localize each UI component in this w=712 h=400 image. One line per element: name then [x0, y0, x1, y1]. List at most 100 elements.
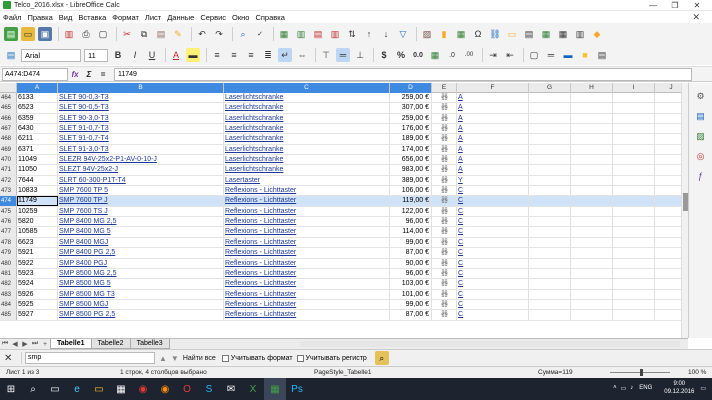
- cell-article-number[interactable]: 7644: [17, 175, 58, 186]
- cell-empty[interactable]: [529, 144, 571, 155]
- cell-price[interactable]: 101,00 €: [390, 289, 432, 299]
- cell-category[interactable]: C: [457, 227, 529, 237]
- cell-category[interactable]: C: [457, 237, 529, 248]
- cell-empty[interactable]: [571, 134, 613, 144]
- cell-empty[interactable]: [613, 237, 655, 248]
- functions-icon[interactable]: ƒ: [694, 169, 708, 183]
- cell-currency-icon[interactable]: 器: [432, 155, 457, 165]
- function-wizard-button[interactable]: fx: [68, 70, 82, 79]
- bold-icon[interactable]: B: [111, 48, 125, 62]
- file-explorer-icon[interactable]: ▭: [88, 378, 110, 400]
- cell-article-number[interactable]: 11049: [17, 155, 58, 165]
- cell-product-name[interactable]: SLET 90-0,5-T3: [58, 103, 224, 113]
- cell-empty[interactable]: [529, 175, 571, 186]
- cell-empty[interactable]: [529, 93, 571, 103]
- sort-ascending-icon[interactable]: ↑: [362, 27, 376, 41]
- row-header[interactable]: 478: [0, 237, 17, 248]
- column-header-e[interactable]: E: [432, 83, 457, 93]
- cell-price[interactable]: 96,00 €: [390, 217, 432, 227]
- cell-price[interactable]: 189,00 €: [390, 134, 432, 144]
- start-icon[interactable]: ⊞: [0, 378, 22, 400]
- align-bottom-icon[interactable]: ⊥: [353, 48, 367, 62]
- column-header-b[interactable]: B: [58, 83, 224, 93]
- match-case-checkbox[interactable]: [296, 354, 304, 362]
- row-header[interactable]: 474: [0, 196, 17, 206]
- chrome-icon[interactable]: ◉: [132, 378, 154, 400]
- cell-category[interactable]: A: [457, 155, 529, 165]
- cell-price[interactable]: 99,00 €: [390, 237, 432, 248]
- cell-empty[interactable]: [613, 165, 655, 175]
- cell-empty[interactable]: [571, 299, 613, 310]
- cell-article-number[interactable]: 5921: [17, 248, 58, 258]
- format-date-icon[interactable]: ▦: [428, 48, 442, 62]
- cell-category[interactable]: A: [457, 103, 529, 113]
- cell-price[interactable]: 307,00 €: [390, 103, 432, 113]
- insert-row-icon[interactable]: ▤: [311, 27, 325, 41]
- select-all-corner[interactable]: [0, 83, 17, 93]
- cell-product-name[interactable]: SMP 8400 PG 2,5: [58, 248, 224, 258]
- cell-description[interactable]: Reflexions - Lichttaster: [224, 299, 390, 310]
- cell-article-number[interactable]: 5922: [17, 258, 58, 268]
- row-header[interactable]: 470: [0, 155, 17, 165]
- border-color-icon[interactable]: ▬: [561, 48, 575, 62]
- cell-price[interactable]: 983,00 €: [390, 165, 432, 175]
- cell-currency-icon[interactable]: 器: [432, 165, 457, 175]
- find-replace-dialog-icon[interactable]: ⌕: [374, 351, 389, 365]
- cell-article-number[interactable]: 6371: [17, 144, 58, 155]
- zoom-slider-knob[interactable]: [640, 369, 643, 376]
- cell-empty[interactable]: [571, 175, 613, 186]
- cell-description[interactable]: Reflexions - Lichttaster: [224, 237, 390, 248]
- cell-currency-icon[interactable]: 器: [432, 103, 457, 113]
- row-header[interactable]: 464: [0, 93, 17, 103]
- cell-article-number[interactable]: 5925: [17, 299, 58, 310]
- cell-empty[interactable]: [571, 144, 613, 155]
- format-currency-button[interactable]: $: [377, 48, 391, 62]
- cell-empty[interactable]: [529, 310, 571, 320]
- background-color-icon[interactable]: ■: [578, 48, 592, 62]
- cell-empty[interactable]: [613, 134, 655, 144]
- libreoffice-calc-taskbar-icon[interactable]: ▦: [264, 378, 286, 400]
- menu-tools[interactable]: Сервис: [200, 13, 226, 22]
- cell-empty[interactable]: [529, 299, 571, 310]
- row-header[interactable]: 481: [0, 268, 17, 279]
- find-all-button[interactable]: Найти все: [183, 355, 216, 362]
- next-sheet-icon[interactable]: ▶: [20, 340, 30, 348]
- cell-empty[interactable]: [529, 113, 571, 124]
- cell-description[interactable]: Reflexions - Lichttaster: [224, 268, 390, 279]
- row-header[interactable]: 477: [0, 227, 17, 237]
- cell-article-number[interactable]: 5927: [17, 310, 58, 320]
- match-format-option[interactable]: Учитывать формат: [221, 354, 293, 362]
- cell-currency-icon[interactable]: 器: [432, 237, 457, 248]
- menu-format[interactable]: Формат: [112, 13, 139, 22]
- cell-empty[interactable]: [613, 289, 655, 299]
- cell-product-name[interactable]: SMP 8400 PGJ: [58, 258, 224, 268]
- last-sheet-icon[interactable]: ⏭: [30, 340, 40, 348]
- cell-description[interactable]: Laserlichtschranke: [224, 93, 390, 103]
- cell-article-number[interactable]: 5924: [17, 279, 58, 289]
- cell-empty[interactable]: [571, 93, 613, 103]
- name-box[interactable]: A474:D474: [2, 67, 68, 81]
- minimize-button[interactable]: —: [642, 0, 664, 11]
- cell-description[interactable]: Reflexions - Lichttaster: [224, 248, 390, 258]
- undo-icon[interactable]: ↶: [195, 27, 209, 41]
- gallery-icon[interactable]: ▨: [694, 129, 708, 143]
- conditional-format-icon[interactable]: ▤: [595, 48, 609, 62]
- cell-category[interactable]: A: [457, 134, 529, 144]
- cell-empty[interactable]: [571, 227, 613, 237]
- cell-empty[interactable]: [529, 155, 571, 165]
- cell-product-name[interactable]: SMP 8400 MG 5: [58, 227, 224, 237]
- cell-empty[interactable]: [529, 186, 571, 196]
- cell-empty[interactable]: [529, 279, 571, 289]
- split-window-icon[interactable]: ▥: [573, 27, 587, 41]
- row-icon[interactable]: ▦: [277, 27, 291, 41]
- cell-description[interactable]: Reflexions - Lichttaster: [224, 310, 390, 320]
- cell-empty[interactable]: [529, 217, 571, 227]
- cell-empty[interactable]: [571, 310, 613, 320]
- formula-input[interactable]: 11749: [114, 67, 692, 81]
- sum-display[interactable]: Сумма=119: [538, 367, 573, 378]
- save-icon[interactable]: ▣: [38, 27, 52, 41]
- row-header[interactable]: 472: [0, 175, 17, 186]
- cell-description[interactable]: Laserlichtschranke: [224, 134, 390, 144]
- row-header[interactable]: 483: [0, 289, 17, 299]
- cell-description[interactable]: Laserlichtschranke: [224, 103, 390, 113]
